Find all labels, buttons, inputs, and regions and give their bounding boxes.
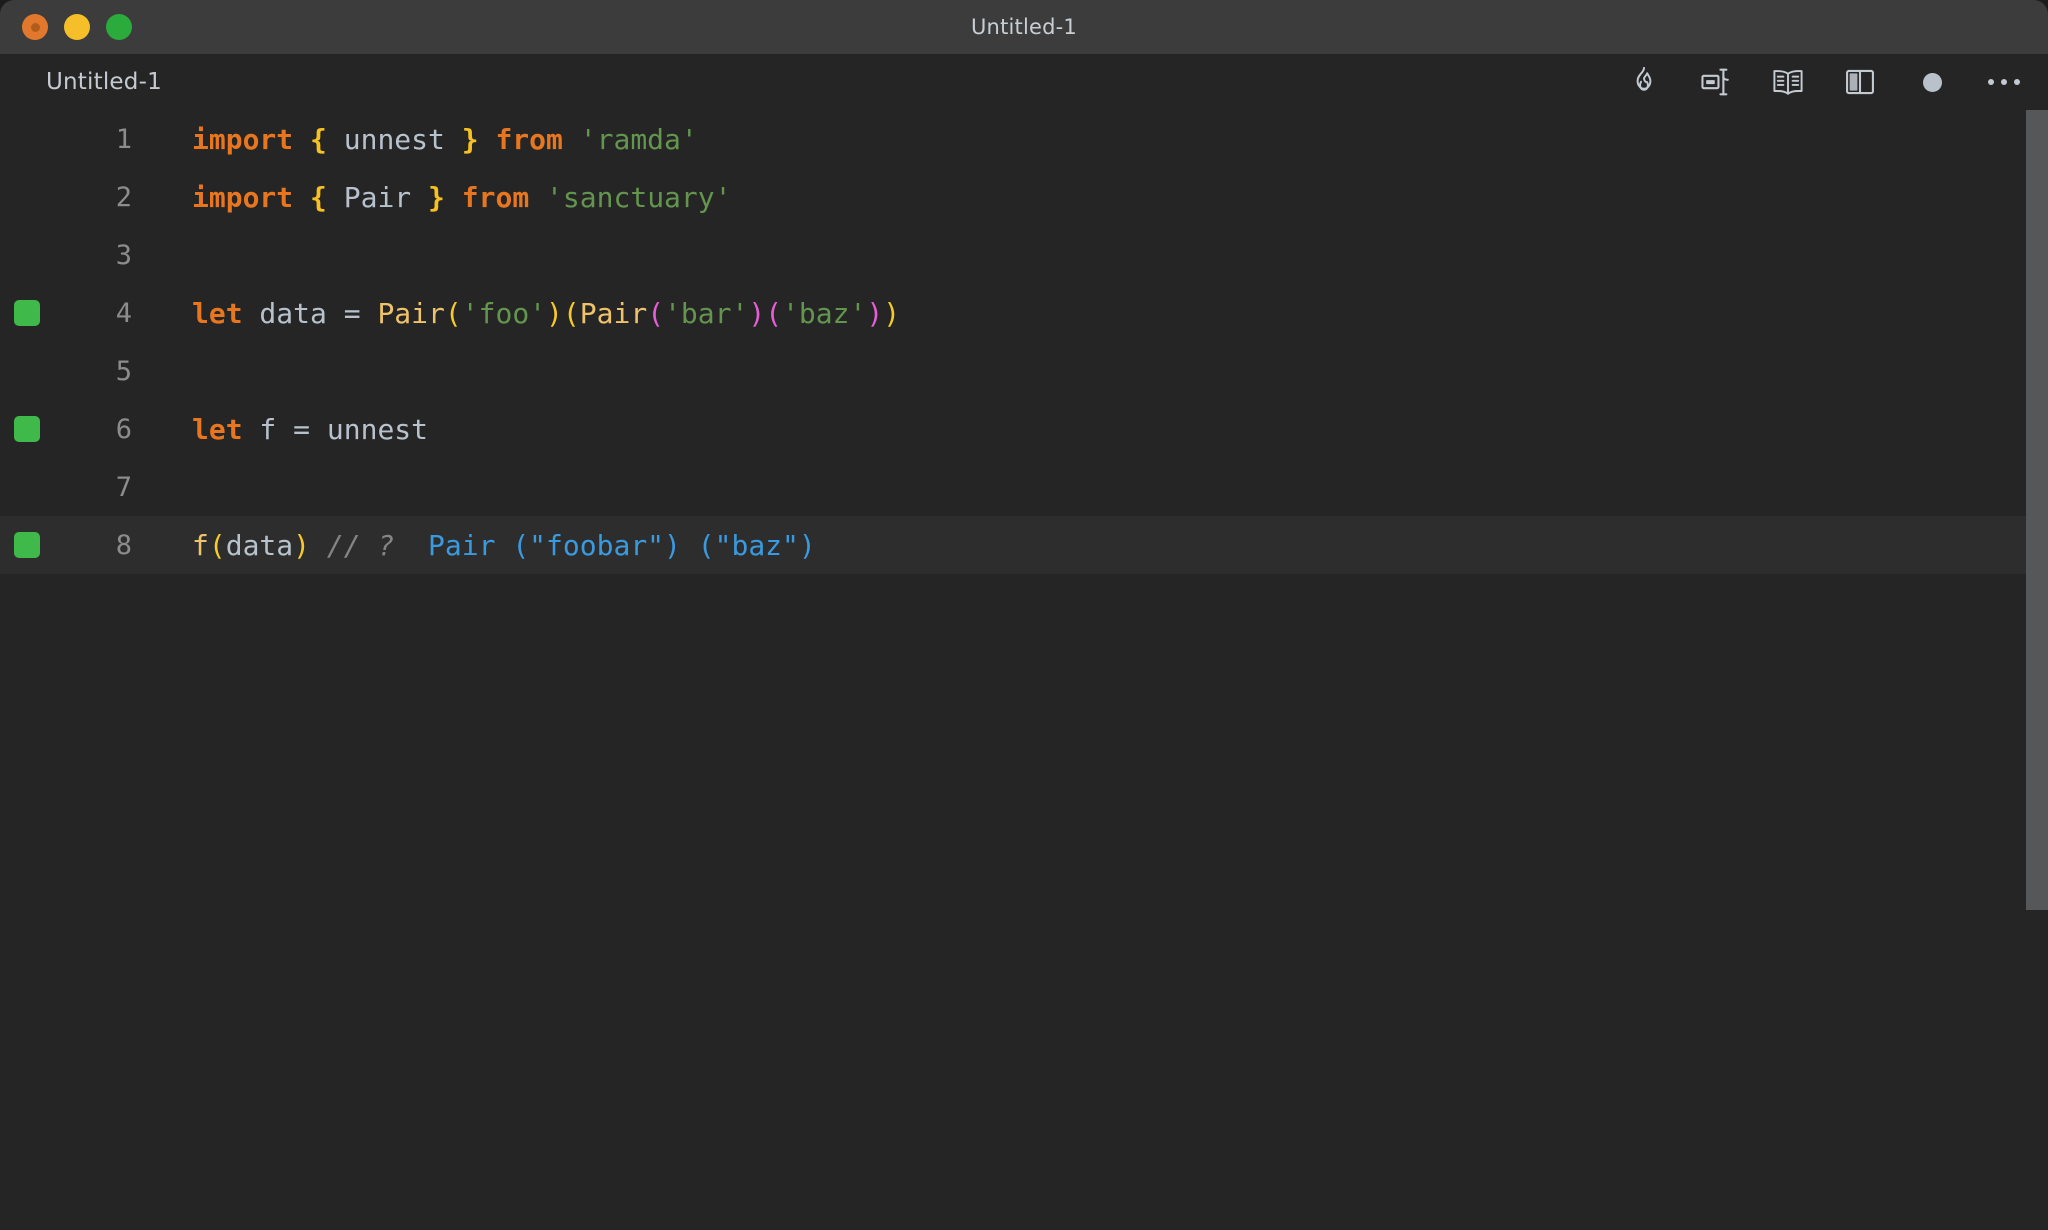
code-token: let [192,412,243,446]
code-token: Pair [579,296,648,330]
split-editor-icon[interactable] [1840,62,1880,102]
code-token: { [310,180,327,214]
code-token: ( [208,528,226,562]
record-dot [1922,72,1942,92]
minimize-window-button[interactable] [64,14,90,40]
code-token: data [242,296,344,330]
code-token: = [343,296,361,330]
code-line[interactable]: 2 import { Pair } from 'sanctuary' [0,168,2048,226]
code-token: = [293,412,311,446]
code-line-text[interactable]: import { unnest } from 'ramda' [132,123,2048,156]
code-token: data [225,528,294,562]
code-token: ) [748,296,766,330]
gutter-change-marker[interactable] [14,300,40,326]
traffic-light-controls [0,14,132,40]
code-token: } [428,180,445,214]
ellipsis-glyph [1988,79,2020,85]
code-token: unnest [326,122,462,156]
gutter-change-marker[interactable] [14,416,40,442]
tab-strip: Untitled-1 [0,54,2048,110]
code-line[interactable]: 6 let f = unnest [0,400,2048,458]
code-line[interactable]: 5 [0,342,2048,400]
line-number: 1 [115,123,132,155]
code-token: 'baz' [782,296,867,330]
record-dot-icon[interactable] [1912,62,1952,102]
code-token: 'ramda' [579,122,698,156]
code-token: // ? [326,528,395,562]
code-line[interactable]: 3 [0,226,2048,284]
format-code-icon[interactable] [1696,62,1736,102]
line-number: 2 [115,181,132,213]
code-line-text[interactable]: let data = Pair('foo')(Pair('bar')('baz'… [132,297,2048,330]
code-line[interactable]: 4 let data = Pair('foo')(Pair('bar')('baz… [0,284,2048,342]
book-icon[interactable] [1768,62,1808,102]
code-token: 'foo' [461,296,547,330]
code-token: import [192,122,294,156]
code-token: from [495,122,563,156]
close-window-button[interactable] [22,14,48,40]
code-line-text[interactable]: let f = unnest [132,413,2048,446]
code-token: ( [647,296,665,330]
code-token: let [192,296,243,330]
code-token: from [461,180,530,214]
code-token: ( [765,296,783,330]
code-lines-container: 1 import { unnest } from 'ramda' 2 import {… [0,110,2048,574]
code-token: 'sanctuary' [546,180,732,214]
line-number: 5 [115,355,132,387]
editor-window: Untitled-1 Untitled-1 1 import {unnest … [0,0,2048,1230]
code-line[interactable]: 1 import { unnest } from 'ramda' [0,110,2048,168]
vertical-scrollbar-thumb[interactable] [2026,110,2048,910]
flame-icon[interactable] [1624,62,1664,102]
code-token: ) [866,296,884,330]
code-line-text[interactable]: f(data) // ? Pair ("foobar") ("baz") [132,529,2048,562]
code-line-text[interactable]: import { Pair } from 'sanctuary' [132,181,2048,214]
code-token: Pair [377,296,445,330]
line-number: 3 [115,239,132,271]
code-token: Pair [326,180,429,214]
code-token: f [192,528,209,562]
more-actions-icon[interactable] [1984,62,2024,102]
tab-untitled-1[interactable]: Untitled-1 [46,69,162,95]
code-token: ( [444,296,462,330]
line-number: 7 [115,471,132,503]
code-line[interactable]: 8 f(data) // ? Pair ("foobar") ("baz") [0,516,2048,574]
code-token: f [242,412,294,446]
code-token: ) [546,296,563,330]
editor-toolbar [1624,62,2024,102]
code-token: Pair ("foobar") ("baz") [428,528,816,562]
code-token: 'bar' [664,296,749,330]
code-token: unnest [310,412,429,446]
code-token: { [310,122,327,156]
code-token: ) [293,528,311,562]
vertical-scrollbar[interactable] [2026,110,2048,1230]
gutter-change-marker[interactable] [14,532,40,558]
code-token: ( [562,296,580,330]
code-token: import [192,180,294,214]
window-title: Untitled-1 [970,15,1077,39]
window-title-bar: Untitled-1 [0,0,2048,54]
code-line[interactable]: 7 [0,458,2048,516]
code-editor[interactable]: 1 import { unnest } from 'ramda' 2 import {… [0,110,2048,1230]
maximize-window-button[interactable] [106,14,132,40]
code-token: } [461,122,479,156]
code-token: ) [883,296,901,330]
